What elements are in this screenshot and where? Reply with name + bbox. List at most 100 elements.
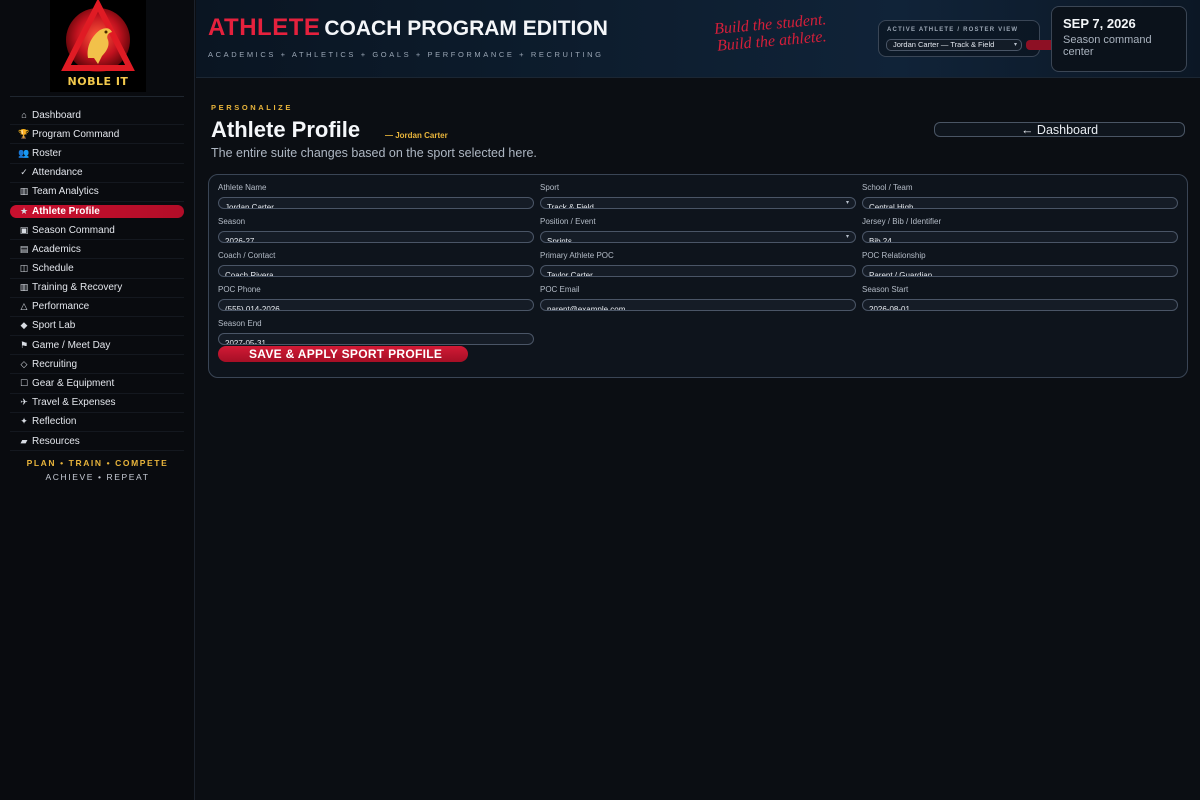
sidebar-item-travel-expenses[interactable]: ✈ Travel & Expenses xyxy=(10,394,184,413)
field-value: Bib 24 xyxy=(869,237,892,243)
poc-email-input[interactable]: parent@example.com xyxy=(540,299,856,311)
calendar-icon: ◫ xyxy=(19,262,29,273)
sidebar-item-label: Academics xyxy=(32,243,81,255)
sidebar-item-label: Travel & Expenses xyxy=(32,397,116,409)
sidebar-item-schedule[interactable]: ◫ Schedule xyxy=(10,259,184,279)
field-value: parent@example.com xyxy=(547,305,626,311)
field-value: Track & Field xyxy=(547,203,594,209)
date-card: SEP 7, 2026 Season command center xyxy=(1051,6,1187,72)
training-icon: ▥ xyxy=(19,282,29,293)
season-input[interactable]: 2026-27 xyxy=(218,231,534,243)
folder-icon: ▰ xyxy=(20,435,28,446)
sidebar-item-recruiting[interactable]: ◇ Recruiting xyxy=(10,355,184,375)
page-description: The entire suite changes based on the sp… xyxy=(211,146,537,160)
save-apply-label: SAVE & APPLY SPORT PROFILE xyxy=(249,347,443,361)
tagline: Build the student. Build the athlete. xyxy=(705,10,837,55)
sidebar-item-label: Game / Meet Day xyxy=(32,339,111,351)
field-athlete-name: Athlete Name Jordan Carter xyxy=(218,183,534,209)
field-value: Central High xyxy=(869,203,914,209)
sidebar-item-dashboard[interactable]: ⌂ Dashboard xyxy=(10,106,184,126)
performance-icon: △ xyxy=(20,301,28,312)
sidebar-item-label: Roster xyxy=(32,147,62,159)
field-season: Season 2026-27 xyxy=(218,217,534,243)
chevron-down-icon: ▾ xyxy=(1013,42,1017,48)
field-value: Parent / Guardian xyxy=(869,271,933,277)
field-coach-contact: Coach / Contact Coach Rivera xyxy=(218,251,534,277)
sidebar-item-label: Sport Lab xyxy=(32,320,76,332)
sidebar-item-label: Recruiting xyxy=(32,358,78,370)
sidebar-item-label: Team Analytics xyxy=(32,186,99,198)
flag-icon: ⚑ xyxy=(19,339,29,350)
users-icon: 👥 xyxy=(18,147,30,158)
active-athlete-select[interactable]: Jordan Carter — Track & Field ▾ xyxy=(886,39,1022,51)
sidebar-divider xyxy=(10,96,184,97)
field-label: Primary Athlete POC xyxy=(540,251,614,260)
sidebar-item-athlete-profile[interactable]: ★ Athlete Profile xyxy=(10,204,184,218)
sidebar-item-training-recovery[interactable]: ▥ Training & Recovery xyxy=(10,279,184,298)
sidebar-item-label: Performance xyxy=(32,301,90,313)
sidebar-motto-2: ACHIEVE • REPEAT xyxy=(45,472,150,482)
poc-relationship-input[interactable]: Parent / Guardian xyxy=(862,265,1178,277)
noble-it-logo[interactable]: NOBLE IT xyxy=(50,0,146,92)
sidebar-item-academics[interactable]: ▤ Academics xyxy=(10,240,184,260)
save-apply-button[interactable]: SAVE & APPLY SPORT PROFILE xyxy=(218,346,468,362)
sidebar-item-gear-equipment[interactable]: ☐ Gear & Equipment xyxy=(10,374,184,394)
field-poc-phone: POC Phone (555) 014-2026 xyxy=(218,285,534,311)
app-subtitle: ACADEMICS + ATHLETICS + GOALS + PERFORMA… xyxy=(208,50,604,59)
field-label: Sport xyxy=(540,183,560,192)
athlete-profile-form: Season End 2027-05-31 Season Start 2026-08-… xyxy=(208,174,1188,378)
athlete-name-input[interactable]: Jordan Carter xyxy=(218,197,534,209)
season-end-input[interactable]: 2027-05-31 xyxy=(218,333,534,345)
sidebar-item-season-command[interactable]: ▣ Season Command xyxy=(10,221,184,241)
sidebar-item-label: Training & Recovery xyxy=(32,282,123,294)
sidebar-item-label: Athlete Profile xyxy=(32,205,100,217)
sidebar-item-sport-lab[interactable]: ◆ Sport Lab xyxy=(10,317,184,337)
sidebar-item-reflection[interactable]: ✦ Reflection xyxy=(10,413,184,432)
field-value: Sprints xyxy=(547,237,572,243)
sidebar-item-performance[interactable]: △ Performance xyxy=(10,298,184,317)
field-label: POC Email xyxy=(540,285,580,294)
season-start-input[interactable]: 2026-08-01 xyxy=(862,299,1178,311)
poc-phone-input[interactable]: (555) 014-2026 xyxy=(218,299,534,311)
check-icon: ✓ xyxy=(20,167,28,178)
date-subtitle: Season command center xyxy=(1063,34,1152,58)
field-value: 2027-05-31 xyxy=(225,339,266,345)
sidebar-item-team-analytics[interactable]: ▥ Team Analytics xyxy=(10,183,184,202)
current-date: SEP 7, 2026 xyxy=(1063,16,1136,31)
command-icon: ▣ xyxy=(19,224,29,235)
field-label: Season xyxy=(218,217,246,226)
dashboard-button[interactable]: ← Dashboard xyxy=(934,122,1185,137)
sidebar-item-label: Dashboard xyxy=(32,109,81,121)
field-season-end: Season End 2027-05-31 xyxy=(218,319,534,345)
field-season-start: Season Start 2026-08-01 xyxy=(862,285,1178,311)
diamond-icon: ◇ xyxy=(20,358,28,369)
field-label: Season Start xyxy=(862,285,909,294)
sidebar-item-attendance[interactable]: ✓ Attendance xyxy=(10,164,184,183)
app-title: ATHLETE COACH PROGRAM EDITION xyxy=(208,14,608,42)
field-value: (555) 014-2026 xyxy=(225,305,280,311)
sidebar-item-resources[interactable]: ▰ Resources xyxy=(10,432,184,452)
field-value: Jordan Carter xyxy=(225,203,274,209)
field-label: POC Relationship xyxy=(862,251,926,260)
main-content: PERSONALIZE Athlete Profile — Jordan Car… xyxy=(196,79,1200,800)
sidebar-motto-1: PLAN • TRAIN • COMPETE xyxy=(26,458,169,468)
sidebar-item-label: Resources xyxy=(32,435,80,447)
chevron-down-icon: ▾ xyxy=(845,200,849,206)
sidebar-item-program-command[interactable]: 🏆 Program Command xyxy=(10,125,184,145)
sidebar-item-roster[interactable]: 👥 Roster xyxy=(10,144,184,164)
field-value: 2026-08-01 xyxy=(869,305,910,311)
school-team-input[interactable]: Central High xyxy=(862,197,1178,209)
sidebar-item-label: Schedule xyxy=(32,262,74,274)
primary-athlete-poc-input[interactable]: Taylor Carter xyxy=(540,265,856,277)
field-school-team: School / Team Central High xyxy=(862,183,1178,209)
app-title-red: ATHLETE xyxy=(208,14,321,41)
position-event-select[interactable]: Sprints ▾ xyxy=(540,231,856,243)
field-label: Position / Event xyxy=(540,217,596,226)
sidebar-item-game-meet-day[interactable]: ⚑ Game / Meet Day xyxy=(10,336,184,356)
field-label: Athlete Name xyxy=(218,183,267,192)
coach-contact-input[interactable]: Coach Rivera xyxy=(218,265,534,277)
field-label: POC Phone xyxy=(218,285,261,294)
sport-select[interactable]: Track & Field ▾ xyxy=(540,197,856,209)
page-title: Athlete Profile xyxy=(211,117,361,142)
jersey-bib-identifier-input[interactable]: Bib 24 xyxy=(862,231,1178,243)
